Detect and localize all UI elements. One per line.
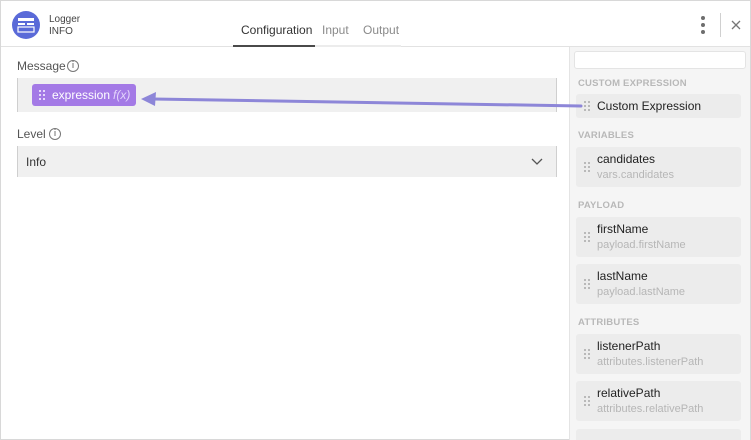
list-item[interactable]: firstName payload.firstName bbox=[576, 217, 741, 257]
logger-config-window: Logger INFO Configuration Input Output M… bbox=[0, 0, 751, 440]
drag-handle-icon[interactable] bbox=[584, 396, 590, 406]
expression-pill[interactable]: expression f(x) bbox=[32, 84, 137, 106]
close-icon[interactable] bbox=[729, 18, 743, 32]
info-icon[interactable]: i bbox=[67, 60, 79, 72]
header-divider bbox=[720, 13, 721, 37]
level-select[interactable]: Info bbox=[17, 146, 557, 177]
list-item[interactable] bbox=[576, 429, 741, 440]
more-vertical-icon[interactable] bbox=[698, 14, 708, 36]
section-title-custom-expression: CUSTOM EXPRESSION bbox=[578, 78, 687, 89]
tab-active-indicator bbox=[233, 45, 315, 47]
search-input[interactable] bbox=[574, 51, 746, 69]
info-icon[interactable]: i bbox=[49, 128, 61, 140]
chevron-down-icon bbox=[530, 155, 544, 167]
drag-handle-icon[interactable] bbox=[584, 232, 590, 242]
section-title-payload: PAYLOAD bbox=[578, 200, 625, 211]
item-name: Custom Expression bbox=[597, 99, 702, 113]
tab-configuration[interactable]: Configuration bbox=[241, 23, 312, 37]
app-level: INFO bbox=[49, 26, 73, 37]
message-field[interactable]: expression f(x) bbox=[17, 78, 557, 112]
item-path: payload.firstName bbox=[597, 239, 686, 251]
level-label: Level bbox=[17, 127, 46, 141]
level-select-value: Info bbox=[26, 155, 47, 169]
expression-pill-label: expression bbox=[52, 88, 111, 102]
section-title-variables: VARIABLES bbox=[578, 130, 634, 141]
message-label: Message bbox=[17, 59, 66, 73]
drag-handle-icon[interactable] bbox=[584, 101, 590, 111]
data-sense-panel: CUSTOM EXPRESSION Custom Expression VARI… bbox=[569, 47, 750, 440]
logger-app-icon bbox=[12, 11, 40, 39]
drag-handle-icon bbox=[39, 90, 45, 100]
drag-handle-icon[interactable] bbox=[584, 162, 590, 172]
list-item[interactable]: candidates vars.candidates bbox=[576, 147, 741, 187]
list-item[interactable]: listenerPath attributes.listenerPath bbox=[576, 334, 741, 374]
item-name: firstName bbox=[597, 222, 649, 236]
tab-output[interactable]: Output bbox=[363, 23, 399, 37]
tab-underline bbox=[233, 45, 401, 47]
list-item[interactable]: lastName payload.lastName bbox=[576, 264, 741, 304]
section-title-attributes: ATTRIBUTES bbox=[578, 317, 640, 328]
app-name: Logger bbox=[49, 14, 81, 25]
item-path: attributes.listenerPath bbox=[597, 356, 704, 368]
item-path: payload.lastName bbox=[597, 286, 686, 298]
item-name: relativePath bbox=[597, 386, 661, 400]
item-path: vars.candidates bbox=[597, 169, 675, 181]
drag-handle-icon[interactable] bbox=[584, 349, 590, 359]
header: Logger INFO Configuration Input Output bbox=[1, 1, 750, 47]
list-item[interactable]: relativePath attributes.relativePath bbox=[576, 381, 741, 421]
tab-input[interactable]: Input bbox=[322, 23, 349, 37]
item-name: lastName bbox=[597, 269, 648, 283]
item-name: candidates bbox=[597, 152, 656, 166]
function-icon: f(x) bbox=[113, 88, 131, 102]
drag-handle-icon[interactable] bbox=[584, 279, 590, 289]
list-item[interactable]: Custom Expression bbox=[576, 94, 741, 118]
item-name: listenerPath bbox=[597, 339, 661, 353]
item-path: attributes.relativePath bbox=[597, 403, 704, 415]
